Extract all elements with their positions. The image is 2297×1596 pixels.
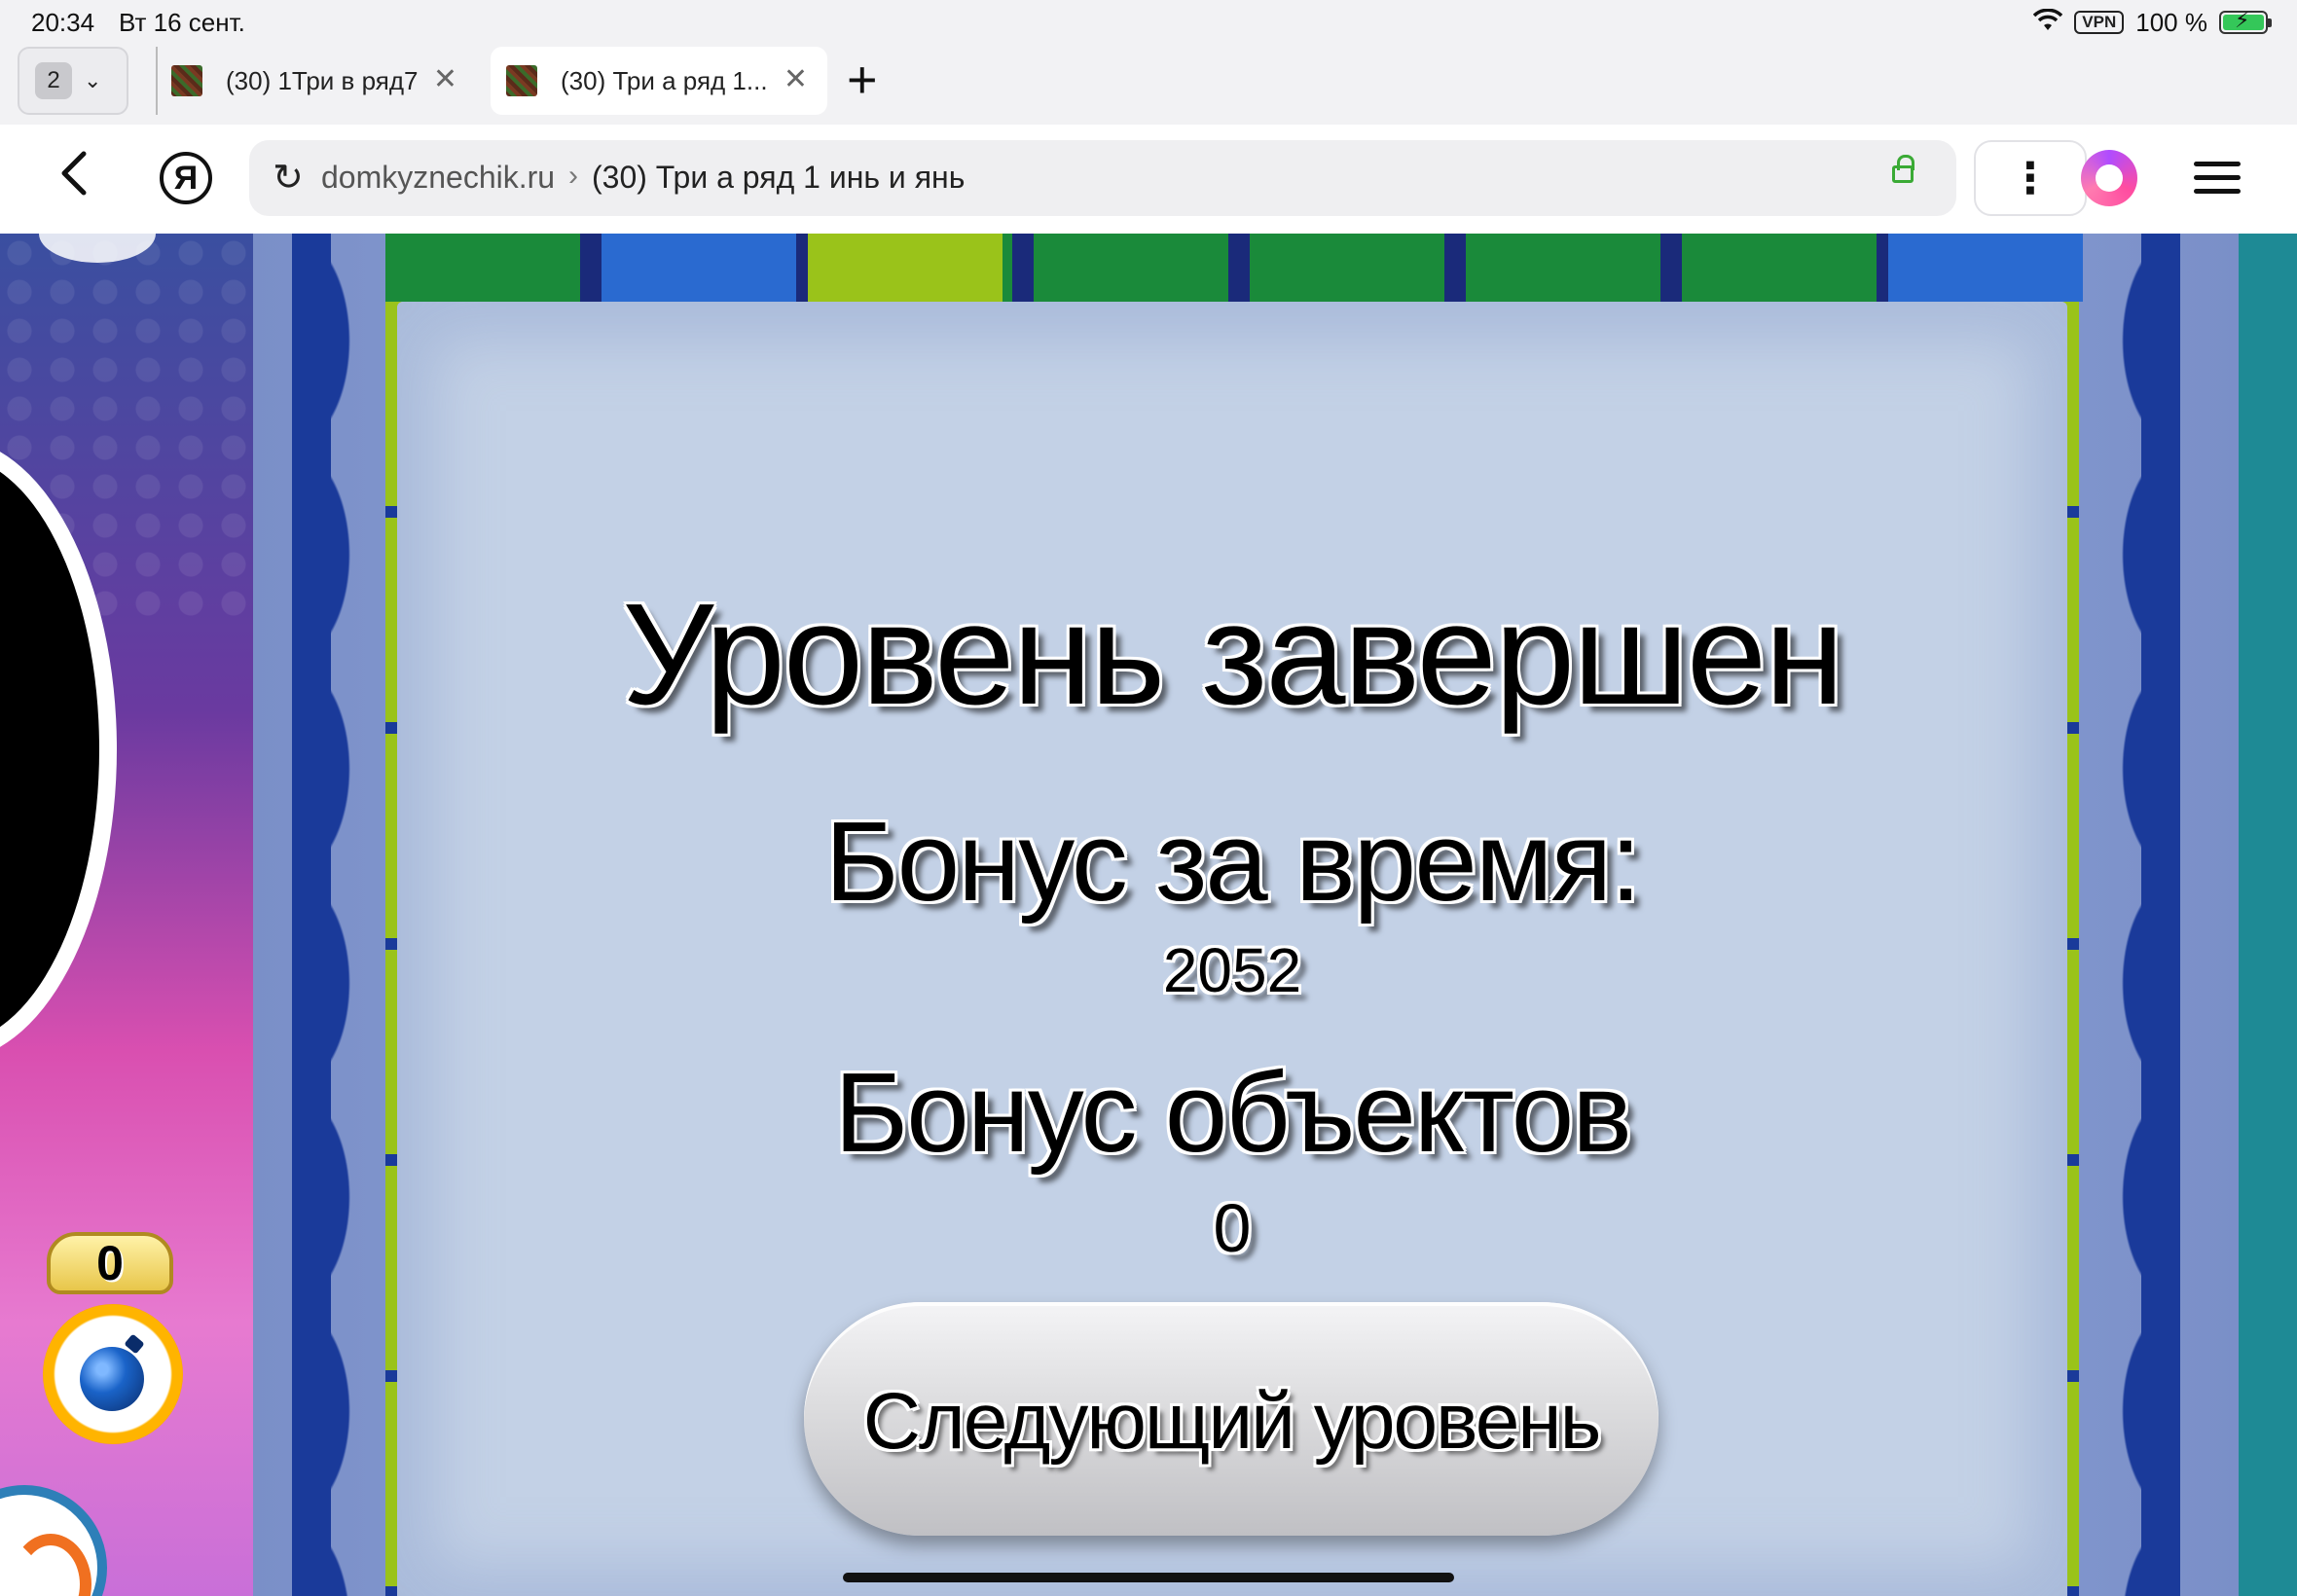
tab-1[interactable]: (30) 1Три в ряд7 ✕ bbox=[156, 47, 477, 115]
next-level-button[interactable]: Следующий уровень bbox=[804, 1302, 1659, 1536]
bomb-counter: 0 bbox=[47, 1232, 173, 1294]
wifi-icon bbox=[2033, 8, 2063, 37]
tab-2[interactable]: (30) Три а ряд 1... ✕ bbox=[491, 47, 827, 115]
level-complete-dialog: Уровень завершен Бонус за время: 2052 Бо… bbox=[397, 302, 2067, 1596]
board-tile bbox=[1888, 234, 2083, 302]
alice-icon[interactable] bbox=[2081, 150, 2137, 206]
url-page-title: (30) Три а ряд 1 инь и янь bbox=[592, 160, 966, 195]
close-icon[interactable]: ✕ bbox=[433, 62, 457, 96]
frame-wave-right bbox=[2063, 234, 2180, 1596]
hamburger-icon[interactable] bbox=[2194, 162, 2241, 195]
right-edge bbox=[2239, 234, 2297, 1596]
tab-title: (30) 1Три в ряд7 bbox=[226, 65, 419, 95]
reload-icon[interactable]: ↻ bbox=[273, 156, 304, 200]
tab-count: 2 bbox=[35, 62, 72, 99]
lock-icon[interactable] bbox=[1892, 155, 1914, 183]
more-options-button[interactable]: ⋮ bbox=[1974, 140, 2087, 216]
board-tile bbox=[808, 234, 1003, 302]
status-indicators: VPN 100 % ⚡ bbox=[2033, 6, 2272, 39]
time-bonus-value: 2052 bbox=[1162, 935, 1302, 1005]
bomb-icon[interactable] bbox=[43, 1304, 183, 1444]
home-indicator[interactable] bbox=[843, 1573, 1454, 1582]
status-date: Вт 16 сент. bbox=[119, 8, 245, 37]
tab-title: (30) Три а ряд 1... bbox=[561, 65, 768, 95]
address-bar[interactable]: ↻ domkyznechik.ru › (30) Три а ряд 1 инь… bbox=[249, 140, 1956, 216]
favicon-icon bbox=[506, 65, 537, 96]
dialog-title: Уровень завершен bbox=[622, 574, 1844, 735]
browser-chrome: 20:34 Вт 16 сент. VPN 100 % ⚡ 2 ⌄ (30) 1… bbox=[0, 0, 2297, 125]
board-tile bbox=[602, 234, 796, 302]
new-tab-button[interactable]: + bbox=[847, 51, 878, 109]
tab-count-button[interactable]: 2 ⌄ bbox=[18, 47, 128, 115]
favicon-icon bbox=[171, 65, 202, 96]
chevron-down-icon: ⌄ bbox=[84, 68, 102, 92]
battery-icon: ⚡ bbox=[2219, 10, 2272, 34]
battery-percent: 100 % bbox=[2135, 7, 2207, 37]
screen: 20:34 Вт 16 сент. VPN 100 % ⚡ 2 ⌄ (30) 1… bbox=[0, 0, 2297, 1596]
yandex-logo-button[interactable]: Я bbox=[160, 152, 212, 204]
vpn-badge: VPN bbox=[2074, 11, 2125, 34]
objects-bonus-value: 0 bbox=[1213, 1190, 1252, 1266]
close-icon[interactable]: ✕ bbox=[784, 62, 808, 96]
url-domain: domkyznechik.ru bbox=[321, 160, 556, 195]
time-bonus-label: Бонус за время: bbox=[824, 798, 1642, 925]
next-level-label: Следующий уровень bbox=[862, 1377, 1602, 1466]
url-separator: › bbox=[568, 160, 578, 192]
navigation-bar: Я ↻ domkyznechik.ru › (30) Три а ряд 1 и… bbox=[0, 125, 2297, 234]
game-area: 0 Уровень завершен Бонус за время: 2052 … bbox=[0, 234, 2297, 1596]
back-button[interactable] bbox=[55, 146, 109, 200]
objects-bonus-label: Бонус объектов bbox=[834, 1049, 1632, 1176]
status-time: 20:34 bbox=[31, 8, 95, 37]
